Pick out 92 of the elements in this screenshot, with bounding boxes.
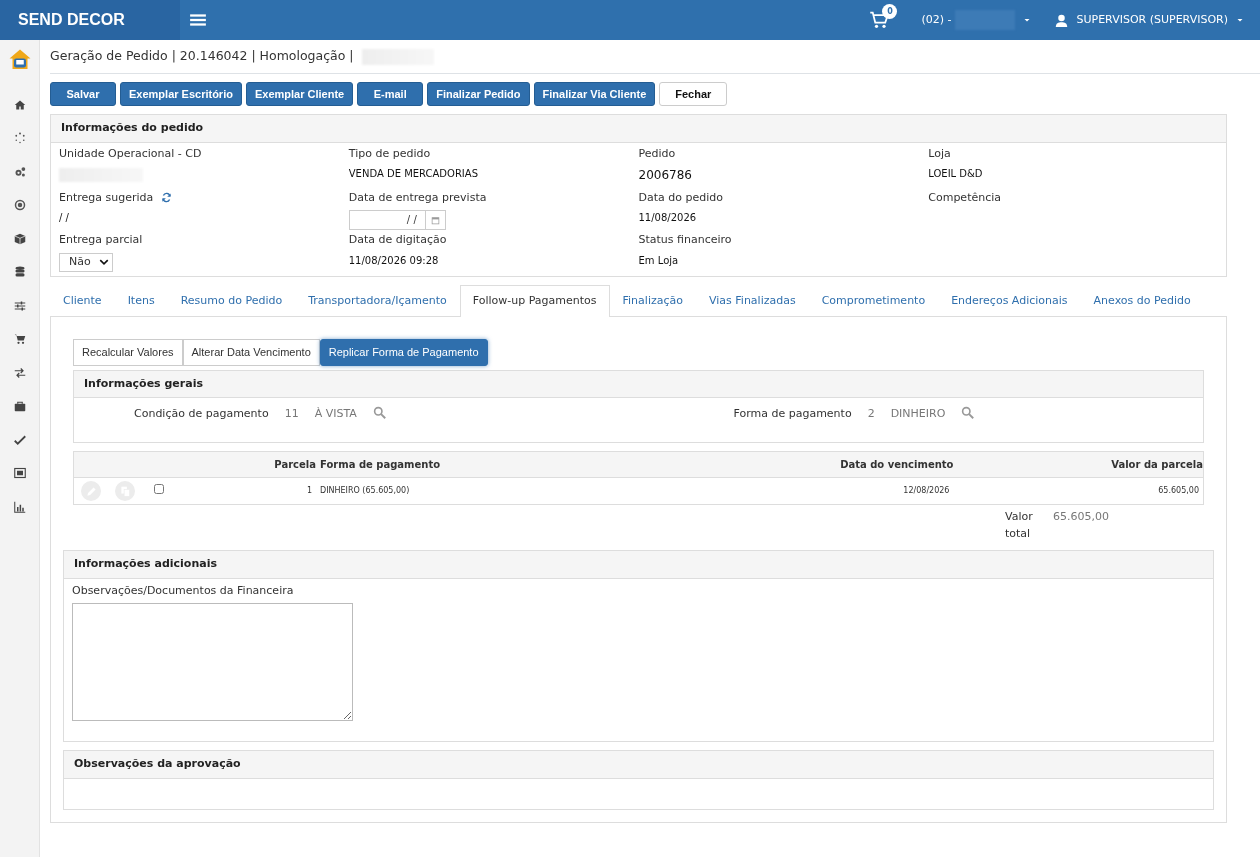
- panel-title: Informações adicionais: [64, 551, 1213, 579]
- briefcase-icon[interactable]: [13, 400, 26, 413]
- row-checkbox[interactable]: [154, 484, 164, 494]
- tab[interactable]: Vias Finalizadas: [696, 284, 809, 316]
- chevron-down-icon: [98, 257, 109, 267]
- sub-tab[interactable]: Replicar Forma de Pagamento: [319, 339, 488, 366]
- search-icon[interactable]: [372, 406, 386, 419]
- field-label: Loja: [928, 145, 951, 162]
- page-title: Geração de Pedido | 20.146042 | Homologação |: [50, 47, 354, 66]
- search-icon[interactable]: [961, 406, 975, 419]
- tab[interactable]: Comprometimento: [808, 284, 939, 316]
- field-value: VENDA DE MERCADORIAS: [348, 167, 479, 181]
- image-icon[interactable]: [13, 467, 26, 480]
- field-label: Tipo de pedido: [348, 145, 431, 162]
- home-icon[interactable]: [13, 98, 26, 111]
- calendar-icon: [430, 215, 440, 225]
- field-value: DINHEIRO: [890, 406, 946, 422]
- field-value: 11/08/2026 09:28: [348, 253, 440, 268]
- action-button[interactable]: Finalizar Via Cliente: [533, 82, 656, 106]
- cart-icon[interactable]: [13, 333, 26, 346]
- panel-title: Informações do pedido: [51, 115, 1226, 143]
- action-button[interactable]: Exemplar Escritório: [120, 82, 242, 106]
- field-label: Observações/Documentos da Financeira: [72, 582, 295, 599]
- table-cell: 1: [306, 486, 312, 495]
- total-label: Valor total: [1005, 509, 1034, 542]
- user-name: SUPERVISOR (SUPERVISOR): [1076, 11, 1228, 28]
- caret-icon: [1236, 16, 1244, 24]
- action-button[interactable]: Exemplar Cliente: [245, 82, 354, 106]
- field-value: 11/08/2026: [638, 211, 698, 225]
- column-header: Data do vencimento: [653, 452, 954, 478]
- column-header: Parcela: [176, 452, 316, 478]
- panel-title: Observações da aprovação: [64, 751, 1213, 779]
- field-label: Forma de pagamento: [733, 406, 852, 422]
- gears-icon[interactable]: [13, 165, 26, 178]
- column-header: Forma de pagamento: [316, 452, 654, 478]
- field-value: / /: [59, 211, 70, 225]
- check-icon[interactable]: [13, 433, 26, 446]
- target-icon[interactable]: [13, 199, 26, 212]
- action-button[interactable]: E-mail: [357, 82, 424, 106]
- field-label: Condição de pagamento: [134, 406, 269, 422]
- user-menu[interactable]: SUPERVISOR (SUPERVISOR): [1055, 11, 1244, 29]
- tab[interactable]: Transportadora/Içamento: [295, 284, 460, 316]
- brand-name: SEND DECOR: [18, 10, 125, 30]
- user-icon: [1055, 13, 1069, 27]
- arrows-icon[interactable]: [13, 366, 26, 379]
- unit-label: (02) -: [921, 11, 952, 28]
- field-value: Em Loja: [638, 253, 680, 268]
- table-cell: DINHEIRO (65.605,00): [320, 486, 410, 495]
- logo-icon: [7, 48, 32, 72]
- tab[interactable]: Anexos do Pedido: [1080, 284, 1204, 316]
- bar-chart-icon[interactable]: [13, 500, 26, 513]
- field-label: Entrega sugerida: [59, 189, 154, 206]
- column-header: Valor da parcela: [953, 452, 1203, 478]
- action-button[interactable]: Finalizar Pedido: [427, 82, 530, 106]
- action-button[interactable]: Salvar: [50, 82, 116, 106]
- table-cell: 12/08/2026: [903, 486, 950, 495]
- field-label: Data de digitação: [348, 232, 447, 248]
- sub-tab[interactable]: Recalcular Valores: [73, 339, 183, 366]
- field-label: Status financeiro: [638, 232, 732, 248]
- table-cell: 65.605,00: [1158, 486, 1199, 495]
- field-label: Data do pedido: [638, 189, 723, 206]
- caret-icon: [1023, 16, 1032, 24]
- tab[interactable]: Endereços Adicionais: [938, 284, 1081, 316]
- field-code: 11: [284, 406, 299, 422]
- field-value: 2006786: [638, 167, 693, 184]
- field-label: Competência: [928, 189, 1002, 206]
- tab[interactable]: Follow-up Pagamentos: [459, 284, 610, 317]
- tab[interactable]: Resumo do Pedido: [167, 284, 296, 316]
- tab[interactable]: Finalização: [609, 284, 696, 316]
- field-code: 2: [867, 406, 875, 422]
- field-label: Data de entrega prevista: [348, 189, 487, 206]
- date-field[interactable]: / /: [348, 210, 446, 230]
- unit-dropdown[interactable]: (02) -: [921, 10, 1032, 30]
- menu-icon[interactable]: [188, 11, 208, 29]
- select-field[interactable]: Não: [59, 252, 113, 272]
- field-label: Entrega parcial: [59, 232, 143, 248]
- action-button[interactable]: Fechar: [659, 82, 728, 106]
- tab[interactable]: Cliente: [50, 284, 115, 316]
- database-icon[interactable]: [13, 266, 26, 279]
- field-value: À VISTA: [314, 406, 357, 422]
- sub-tab[interactable]: Alterar Data Vencimento: [182, 339, 320, 366]
- cube-icon[interactable]: [13, 232, 26, 245]
- panel-title: Informações gerais: [74, 370, 1203, 398]
- tab[interactable]: Itens: [114, 284, 168, 316]
- sliders-icon[interactable]: [13, 299, 26, 312]
- field-label: Unidade Operacional - CD: [59, 145, 202, 162]
- total-value: 65.605,00: [1053, 509, 1109, 525]
- refresh-icon[interactable]: [161, 192, 173, 204]
- field-label: Pedido: [638, 145, 676, 162]
- spinner-icon[interactable]: [13, 132, 26, 145]
- field-value: LOEIL D&D: [928, 167, 984, 181]
- cart-count-badge: 0: [882, 4, 898, 19]
